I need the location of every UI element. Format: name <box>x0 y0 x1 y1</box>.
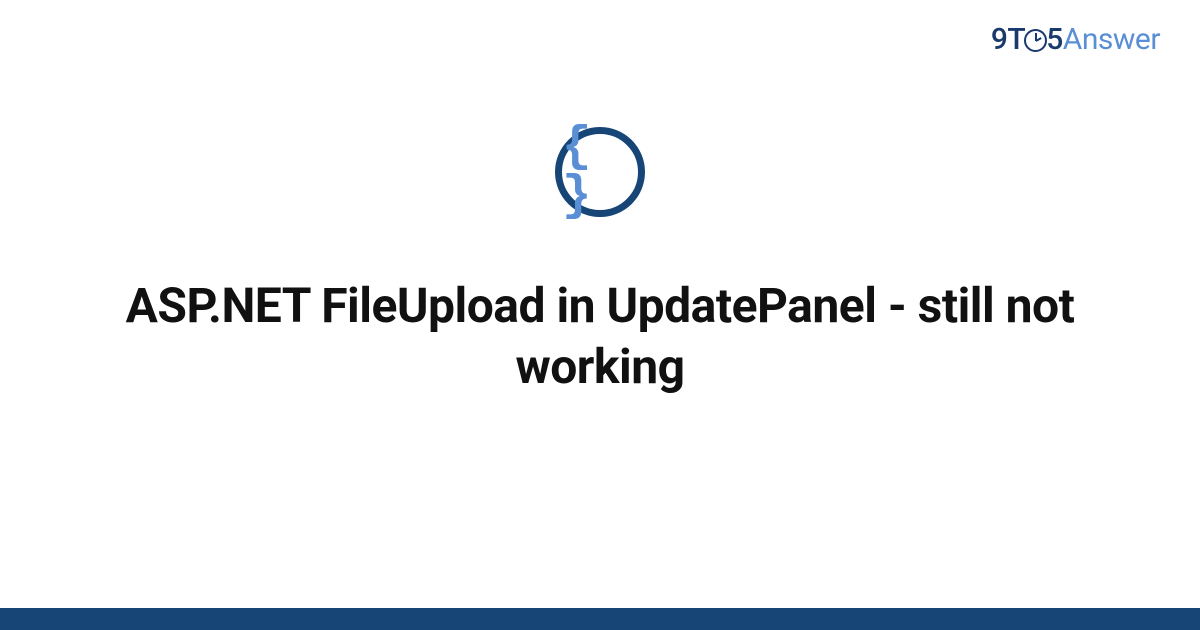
main-content: { } ASP.NET FileUpload in UpdatePanel - … <box>0 127 1200 398</box>
logo-part-five: 5 <box>1046 22 1063 57</box>
logo-part-t: T <box>1007 22 1025 57</box>
site-logo: 9T5Answer <box>991 22 1160 57</box>
code-braces-icon: { } <box>555 127 645 217</box>
clock-icon <box>1024 29 1047 52</box>
braces-glyph: { } <box>562 123 638 221</box>
footer-accent-bar <box>0 608 1200 630</box>
logo-part-nine: 9 <box>991 22 1008 57</box>
page-title: ASP.NET FileUpload in UpdatePanel - stil… <box>120 275 1080 398</box>
logo-part-answer: Answer <box>1063 22 1160 57</box>
